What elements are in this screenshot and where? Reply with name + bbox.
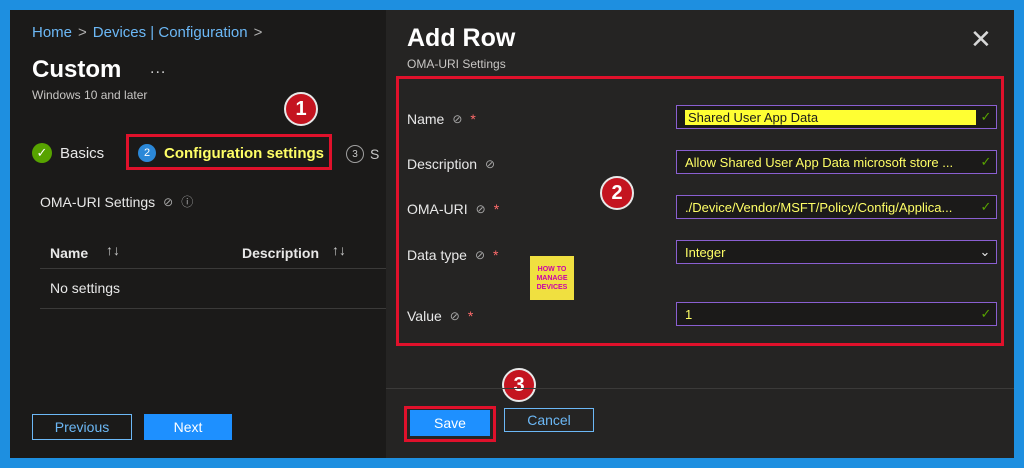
- valid-check-icon: ✓: [980, 306, 992, 321]
- step-configuration-settings[interactable]: 2 Configuration settings: [138, 144, 324, 162]
- step-next-label: S: [370, 146, 380, 162]
- breadcrumb-devices-configuration[interactable]: Devices | Configuration: [93, 24, 248, 41]
- description-label-row: Description ⊘: [407, 156, 495, 172]
- description-value: Allow Shared User App Data microsoft sto…: [685, 154, 954, 170]
- description-field[interactable]: Allow Shared User App Data microsoft sto…: [676, 150, 997, 174]
- data-type-select[interactable]: Integer ⌄: [676, 240, 997, 264]
- step-basics-label: Basics: [60, 144, 105, 162]
- value-label: Value: [407, 308, 442, 324]
- panel-subtitle: OMA-URI Settings: [407, 57, 506, 71]
- empty-table-message: No settings: [50, 280, 121, 296]
- add-row-panel: Add Row OMA-URI Settings ✕ Name ⊘ * Shar…: [386, 10, 1014, 458]
- link-icon: ⊘: [163, 194, 174, 209]
- info-icon[interactable]: ⊘: [485, 157, 495, 171]
- value-field[interactable]: 1 ✓: [676, 302, 997, 326]
- oma-uri-value: ./Device/Vendor/MSFT/Policy/Config/Appli…: [685, 199, 953, 215]
- valid-check-icon: ✓: [980, 154, 992, 169]
- table-divider: [40, 268, 386, 269]
- app-window: Home > Devices | Configuration > Custom ...…: [10, 10, 1014, 458]
- more-options-icon[interactable]: ...: [150, 60, 166, 78]
- info-icon[interactable]: ⓘ: [181, 193, 193, 210]
- valid-check-icon: ✓: [980, 109, 992, 124]
- breadcrumb-separator: >: [253, 24, 263, 41]
- data-type-label-row: Data type ⊘ *: [407, 247, 498, 263]
- cancel-button[interactable]: Cancel: [504, 408, 594, 432]
- close-icon[interactable]: ✕: [970, 26, 992, 52]
- name-label-row: Name ⊘ *: [407, 111, 476, 127]
- watermark-logo: HOW TO MANAGE DEVICES: [530, 256, 574, 300]
- name-value: Shared User App Data: [685, 109, 976, 125]
- info-icon[interactable]: ⊘: [452, 112, 462, 126]
- oma-uri-field[interactable]: ./Device/Vendor/MSFT/Policy/Config/Appli…: [676, 195, 997, 219]
- watermark-line-1: HOW TO: [537, 265, 567, 273]
- footer-divider: [386, 388, 1014, 389]
- name-label: Name: [407, 111, 445, 127]
- oma-uri-label-row: OMA-URI ⊘ *: [407, 201, 499, 217]
- step-next[interactable]: 3 S: [346, 145, 379, 163]
- required-marker: *: [493, 201, 500, 217]
- description-label: Description: [407, 156, 478, 172]
- step-configuration-label: Configuration settings: [164, 144, 324, 162]
- value-label-row: Value ⊘ *: [407, 308, 473, 324]
- annotation-badge-1: 1: [284, 92, 318, 126]
- data-type-value: Integer: [685, 244, 726, 260]
- oma-uri-label: OMA-URI: [407, 201, 468, 217]
- save-button[interactable]: Save: [410, 410, 490, 436]
- value-value: 1: [685, 306, 693, 322]
- info-icon[interactable]: ⊘: [450, 309, 460, 323]
- watermark-line-3: DEVICES: [536, 283, 568, 291]
- table-divider: [40, 308, 386, 309]
- required-marker: *: [470, 111, 476, 127]
- sort-icon[interactable]: ↑↓: [332, 242, 346, 258]
- required-marker: *: [467, 308, 474, 324]
- breadcrumb: Home > Devices | Configuration >: [32, 24, 268, 41]
- oma-uri-settings-heading: OMA-URI Settings ⊘ ⓘ: [40, 193, 193, 210]
- step-basics[interactable]: ✓ Basics: [32, 143, 104, 163]
- next-button[interactable]: Next: [144, 414, 232, 440]
- oma-uri-settings-label: OMA-URI Settings: [40, 193, 156, 210]
- annotation-badge-2: 2: [600, 176, 634, 210]
- info-icon[interactable]: ⊘: [475, 248, 485, 262]
- data-type-label: Data type: [407, 247, 467, 263]
- name-field[interactable]: Shared User App Data ✓: [676, 105, 997, 129]
- valid-check-icon: ✓: [980, 199, 992, 214]
- watermark-line-2: MANAGE: [536, 274, 568, 282]
- step-number-icon: 3: [346, 145, 364, 163]
- page-subtitle: Windows 10 and later: [32, 88, 148, 102]
- info-icon[interactable]: ⊘: [476, 202, 486, 216]
- panel-title: Add Row: [407, 24, 516, 52]
- column-description[interactable]: Description: [242, 245, 319, 261]
- annotation-badge-3: 3: [502, 368, 536, 402]
- checkmark-icon: ✓: [32, 143, 52, 163]
- page-title: Custom: [32, 56, 122, 83]
- chevron-down-icon: ⌄: [979, 244, 991, 259]
- profile-pane: Home > Devices | Configuration > Custom ...…: [10, 10, 386, 458]
- required-marker: *: [493, 247, 499, 263]
- previous-button[interactable]: Previous: [32, 414, 132, 440]
- sort-icon[interactable]: ↑↓: [106, 242, 120, 258]
- column-name[interactable]: Name: [50, 245, 88, 261]
- wizard-steps: ✓ Basics: [32, 138, 104, 168]
- step-number-icon: 2: [138, 144, 156, 162]
- breadcrumb-separator: >: [78, 24, 87, 41]
- breadcrumb-home[interactable]: Home: [32, 24, 72, 41]
